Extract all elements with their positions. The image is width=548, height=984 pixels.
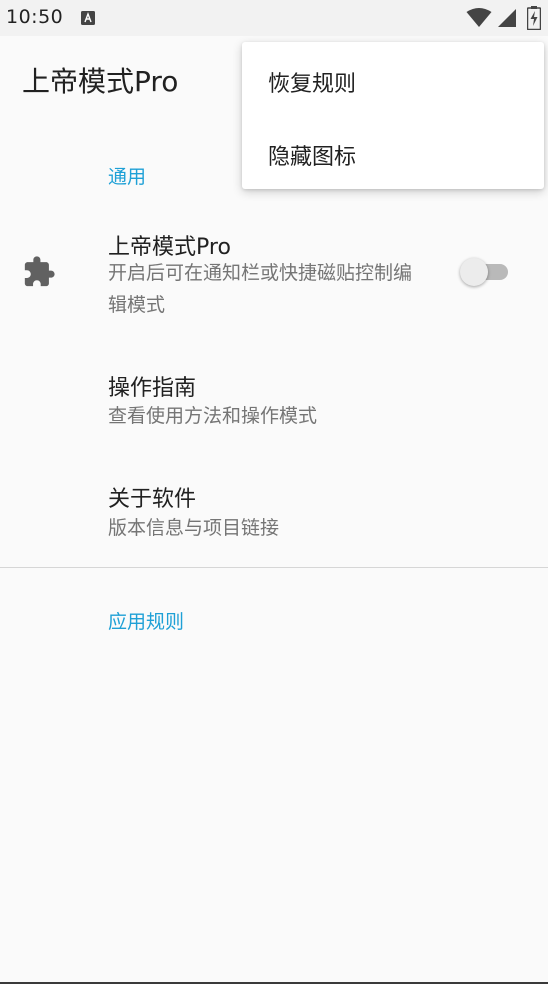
pref-title: 关于软件 — [108, 487, 197, 512]
pref-summary: 开启后可在通知栏或快捷磁贴控制编辑模式 — [108, 262, 413, 316]
status-time: 10:50 — [6, 6, 64, 28]
overflow-menu: 恢复规则 隐藏图标 — [242, 42, 544, 189]
pref-about-software[interactable]: 关于软件 版本信息与项目链接 — [0, 470, 548, 560]
pref-title: 操作指南 — [108, 376, 197, 401]
a-notification-icon — [81, 10, 95, 25]
puzzle-piece-icon — [22, 255, 56, 289]
pref-summary: 查看使用方法和操作模式 — [108, 405, 318, 427]
section-header-app-rules: 应用规则 — [108, 611, 185, 633]
pref-god-mode-toggle[interactable]: 上帝模式Pro 开启后可在通知栏或快捷磁贴控制编辑模式 — [0, 215, 548, 327]
section-header-general: 通用 — [108, 166, 147, 188]
battery-charging-icon — [526, 6, 542, 34]
wifi-icon — [466, 8, 492, 32]
section-divider — [0, 567, 548, 568]
pref-operation-guide[interactable]: 操作指南 查看使用方法和操作模式 — [0, 360, 548, 450]
menu-item-label: 恢复规则 — [268, 72, 357, 97]
menu-item-restore-rules[interactable]: 恢复规则 — [242, 44, 544, 116]
switch-thumb — [460, 258, 488, 286]
menu-item-hide-icon[interactable]: 隐藏图标 — [242, 117, 544, 189]
menu-item-label: 隐藏图标 — [268, 145, 357, 170]
god-mode-switch[interactable] — [460, 257, 510, 287]
pref-summary: 版本信息与项目链接 — [108, 517, 280, 539]
cell-signal-icon — [497, 8, 517, 32]
page-title: 上帝模式Pro — [22, 65, 179, 98]
status-bar: 10:50 — [0, 0, 548, 36]
